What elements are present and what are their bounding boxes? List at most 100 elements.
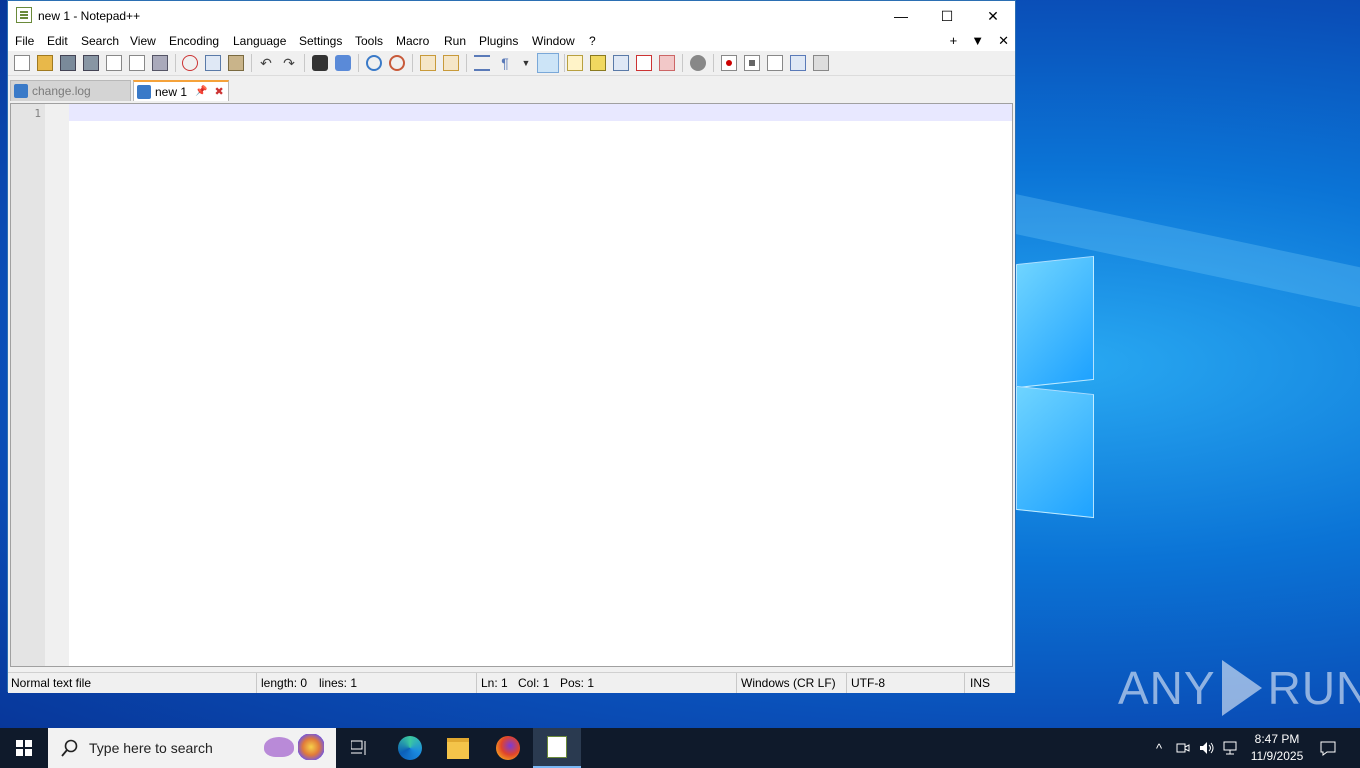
window-title: new 1 - Notepad++ xyxy=(38,9,141,23)
save-all-icon[interactable] xyxy=(83,55,99,71)
fold-margin xyxy=(45,104,69,666)
title-bar[interactable]: new 1 - Notepad++ — ☐ ✕ xyxy=(8,1,1015,31)
run-macro-multiple-icon[interactable] xyxy=(790,55,806,71)
tab-new-1[interactable]: new 1 📌 ✖ xyxy=(133,80,229,101)
clock-date: 11/9/2025 xyxy=(1250,749,1304,763)
file-explorer-icon[interactable] xyxy=(434,728,482,768)
status-insert-mode[interactable]: INS xyxy=(970,676,990,690)
monitoring-icon[interactable] xyxy=(636,55,652,71)
new-file-icon[interactable] xyxy=(14,55,30,71)
start-button[interactable] xyxy=(0,728,48,768)
notification-center-icon[interactable] xyxy=(1312,728,1344,768)
notepad-plus-plus-taskbar-icon[interactable] xyxy=(533,728,581,768)
menu-tools[interactable]: Tools xyxy=(355,34,383,48)
search-icon xyxy=(61,739,78,757)
clock-time: 8:47 PM xyxy=(1254,732,1300,746)
taskbar: Type here to search ^ 8:47 PM 11/9/2025 xyxy=(0,728,1360,768)
status-lines: lines: 1 xyxy=(319,676,358,690)
replace-icon[interactable] xyxy=(335,55,351,71)
menu-macro[interactable]: Macro xyxy=(396,34,429,48)
print-icon[interactable] xyxy=(152,55,168,71)
menu-settings[interactable]: Settings xyxy=(299,34,342,48)
open-file-icon[interactable] xyxy=(37,55,53,71)
status-eol[interactable]: Windows (CR LF) xyxy=(741,676,836,690)
redo-icon[interactable]: ↷ xyxy=(281,55,297,71)
firefox-icon[interactable] xyxy=(484,728,532,768)
menu-help[interactable]: ? xyxy=(589,34,596,48)
show-all-chars-icon[interactable]: ¶ xyxy=(497,55,513,71)
saved-file-icon xyxy=(14,84,28,98)
line-number-gutter: 1 xyxy=(11,104,45,666)
save-icon[interactable] xyxy=(60,55,76,71)
chevron-down-icon[interactable]: ▼ xyxy=(518,55,534,71)
close-all-icon[interactable] xyxy=(129,55,145,71)
status-file-type: Normal text file xyxy=(11,676,92,690)
word-wrap-icon[interactable] xyxy=(474,55,490,71)
zoom-out-icon[interactable] xyxy=(389,55,405,71)
copy-icon[interactable] xyxy=(205,55,221,71)
tab-bar: change.log new 1 📌 ✖ xyxy=(8,77,1015,103)
function-list-icon[interactable] xyxy=(590,55,606,71)
status-col: Col: 1 xyxy=(518,676,550,690)
task-view-icon[interactable] xyxy=(336,728,384,768)
sync-horizontal-icon[interactable] xyxy=(443,55,459,71)
status-encoding[interactable]: UTF-8 xyxy=(851,676,885,690)
windows-logo xyxy=(1016,250,1096,530)
save-macro-icon[interactable] xyxy=(813,55,829,71)
show-hidden-icons-chevron-icon[interactable]: ^ xyxy=(1150,728,1168,768)
menu-bar: File Edit Search View Encoding Language … xyxy=(8,31,1015,51)
volume-icon[interactable] xyxy=(1197,728,1217,768)
cut-icon[interactable] xyxy=(182,55,198,71)
meet-now-icon[interactable] xyxy=(1173,728,1193,768)
system-clock[interactable]: 8:47 PM 11/9/2025 xyxy=(1242,731,1312,765)
record-macro-icon[interactable] xyxy=(721,55,737,71)
saved-file-icon xyxy=(137,84,151,99)
menu-language[interactable]: Language xyxy=(233,34,286,48)
menu-encoding[interactable]: Encoding xyxy=(169,34,219,48)
status-ln: Ln: 1 xyxy=(481,676,508,690)
find-icon[interactable] xyxy=(312,55,328,71)
status-length: length: 0 xyxy=(261,676,308,690)
close-doc-button[interactable]: ✕ xyxy=(998,33,1009,49)
tab-list-dropdown[interactable]: ▼ xyxy=(971,33,984,49)
menu-file[interactable]: File xyxy=(15,34,34,48)
close-button[interactable]: ✕ xyxy=(970,1,1016,31)
search-placeholder: Type here to search xyxy=(89,740,213,756)
diya-lamp-icon xyxy=(264,737,294,757)
doc-map-icon[interactable] xyxy=(567,55,583,71)
paste-icon[interactable] xyxy=(228,55,244,71)
minimize-button[interactable]: — xyxy=(878,1,924,31)
undo-icon[interactable]: ↶ xyxy=(258,55,274,71)
toolbar: ↶ ↷ ¶ ▼ xyxy=(8,51,1015,76)
play-icon xyxy=(1221,660,1262,716)
windows-start-icon xyxy=(16,740,32,756)
menu-edit[interactable]: Edit xyxy=(47,34,68,48)
menu-search[interactable]: Search xyxy=(81,34,119,48)
tab-close-icon[interactable]: ✖ xyxy=(214,85,223,98)
monitoring-circle-icon[interactable] xyxy=(690,55,706,71)
menu-window[interactable]: Window xyxy=(532,34,575,48)
menu-view[interactable]: View xyxy=(130,34,156,48)
folder-icon[interactable] xyxy=(659,55,675,71)
menu-plugins[interactable]: Plugins xyxy=(479,34,518,48)
play-macro-icon[interactable] xyxy=(767,55,783,71)
tab-change-log[interactable]: change.log xyxy=(10,80,131,101)
add-tab-button[interactable]: + xyxy=(950,33,958,49)
network-icon[interactable] xyxy=(1221,728,1241,768)
taskbar-search-box[interactable]: Type here to search xyxy=(48,728,336,768)
zoom-in-icon[interactable] xyxy=(366,55,382,71)
maximize-button[interactable]: ☐ xyxy=(924,1,970,31)
notepad-plus-plus-window: new 1 - Notepad++ — ☐ ✕ File Edit Search… xyxy=(7,0,1016,693)
current-line-highlight xyxy=(69,104,1012,121)
stop-macro-icon[interactable] xyxy=(744,55,760,71)
editor-area[interactable]: 1 xyxy=(10,103,1013,667)
pin-icon[interactable]: 📌 xyxy=(195,86,207,97)
menu-run[interactable]: Run xyxy=(444,34,466,48)
folder-workspace-icon[interactable] xyxy=(613,55,629,71)
indent-guide-icon[interactable] xyxy=(537,53,559,73)
tab-label: change.log xyxy=(32,84,91,98)
anyrun-watermark: ANY RUN xyxy=(1118,660,1360,716)
close-icon[interactable] xyxy=(106,55,122,71)
sync-vertical-icon[interactable] xyxy=(420,55,436,71)
edge-browser-icon[interactable] xyxy=(386,728,434,768)
